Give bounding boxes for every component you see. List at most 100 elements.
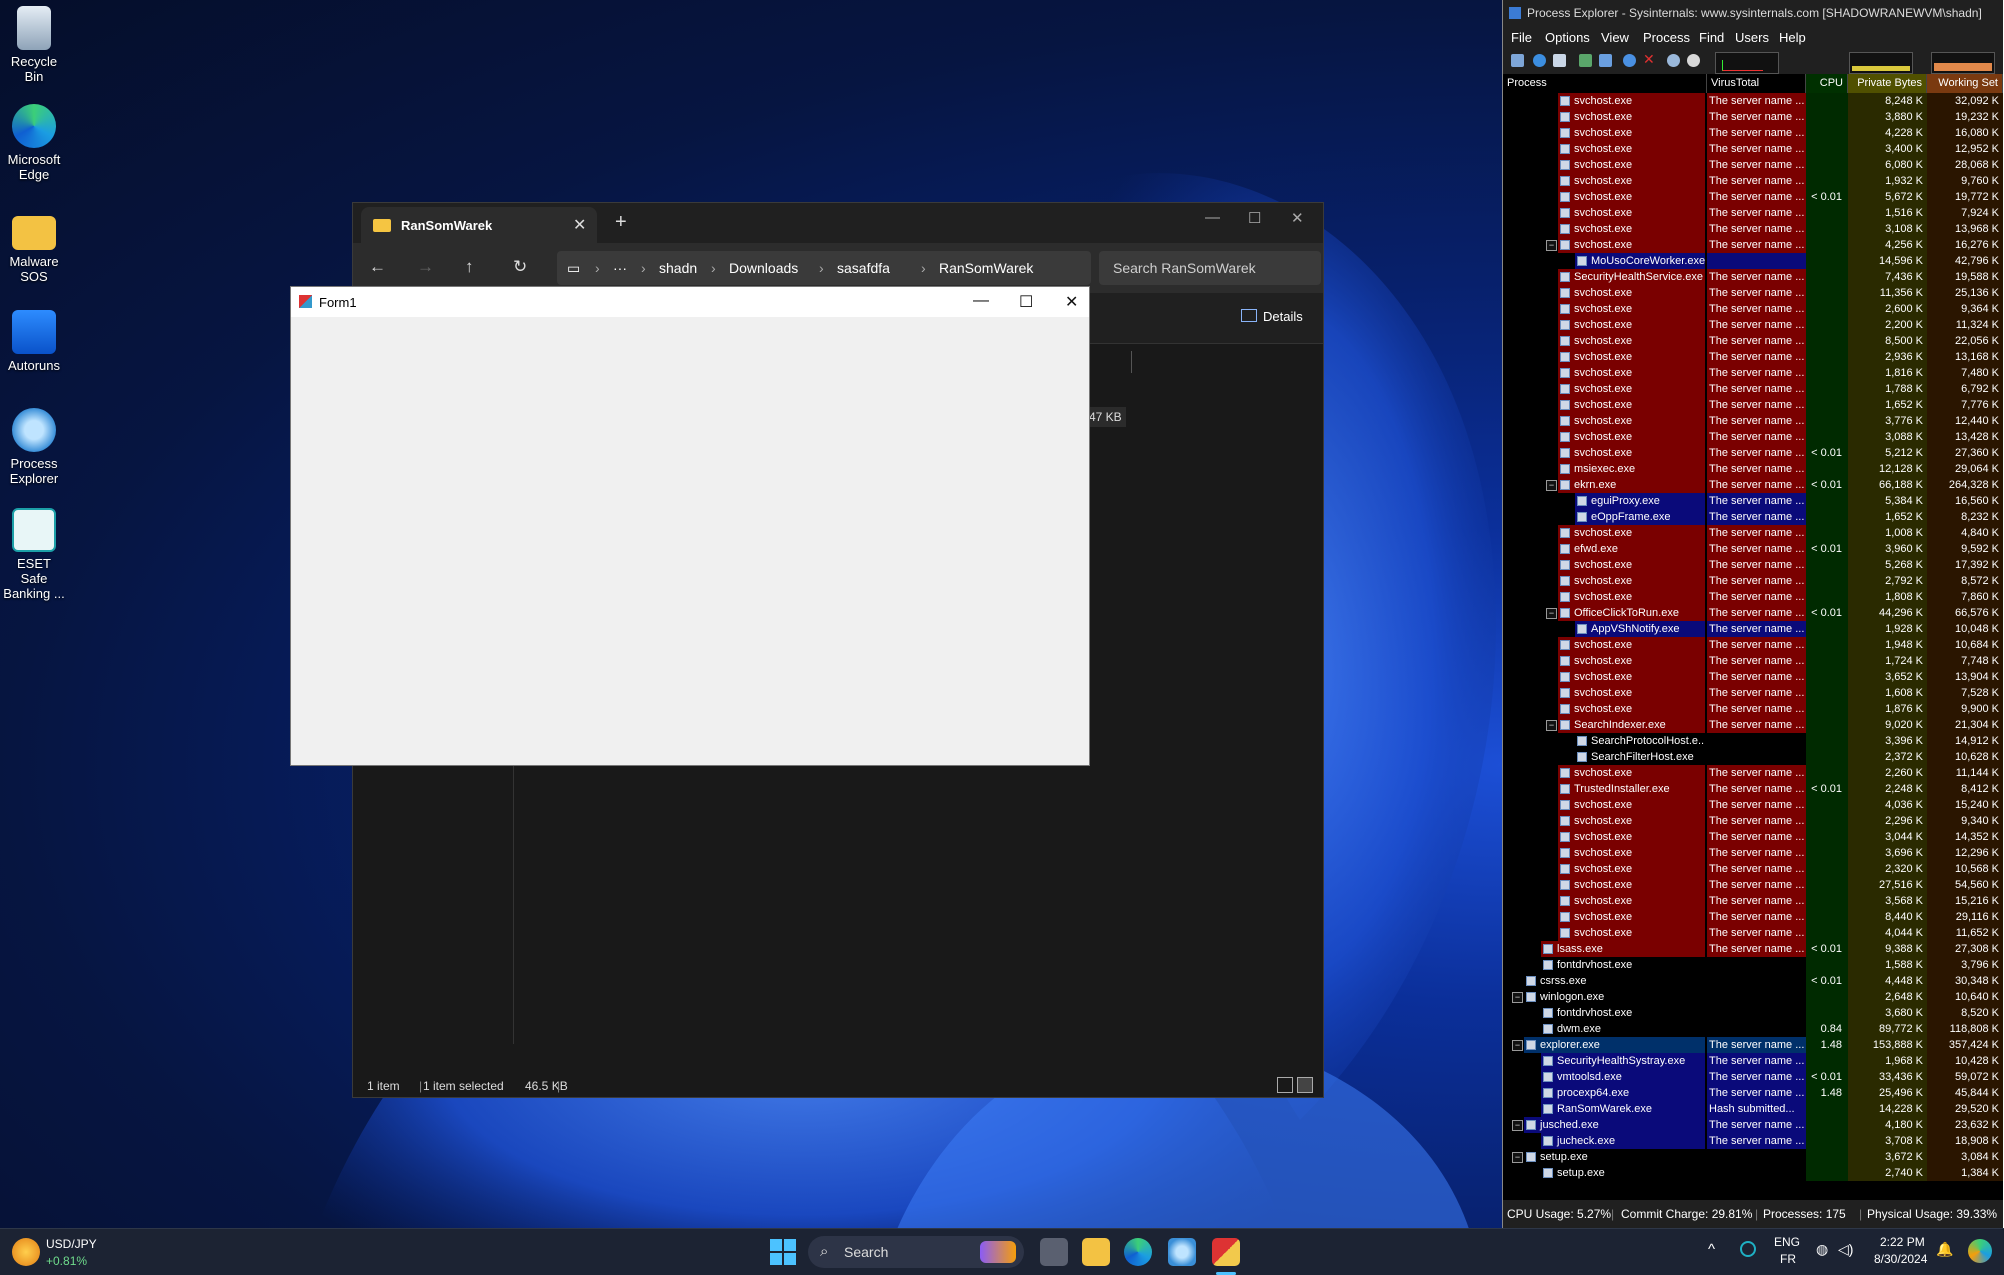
collapse-toggle-icon[interactable]: − [1512,992,1523,1003]
desktop-icon-eset-banking[interactable]: ESET Safe Banking ... [0,508,68,601]
process-row[interactable]: svchost.exe The server name ... 2,200 K 11,… [1503,317,2003,333]
address-bar[interactable]: ▭ › ··· › shadn › Downloads › sasafdfa ›… [557,251,1091,285]
process-row[interactable]: svchost.exe The server name ... 3,088 K 13,… [1503,429,2003,445]
virustotal-cell[interactable]: The server name ... [1707,781,1806,797]
maximize-icon[interactable]: ☐ [1019,292,1033,312]
process-row[interactable]: procexp64.exe The server name ... 1.48 25,4… [1503,1085,2003,1101]
desktop-icon-process-explorer[interactable]: Process Explorer [0,408,68,486]
virustotal-cell[interactable]: The server name ... [1707,845,1806,861]
tiles-view-icon[interactable] [1297,1077,1313,1093]
process-row[interactable]: svchost.exe The server name ... 2,792 K 8,5… [1503,573,2003,589]
process-row[interactable]: svchost.exe The server name ... 1,008 K 4,8… [1503,525,2003,541]
process-row[interactable]: svchost.exe The server name ... 4,044 K 11,… [1503,925,2003,941]
collapse-toggle-icon[interactable]: − [1546,240,1557,251]
desktop-icon-recycle-bin[interactable]: Recycle Bin [0,6,68,84]
virustotal-cell[interactable]: The server name ... [1707,125,1806,141]
virustotal-cell[interactable]: The server name ... [1707,685,1806,701]
process-row[interactable]: svchost.exe The server name ... 3,880 K 19,… [1503,109,2003,125]
up-icon[interactable]: ↑ [465,257,474,277]
process-row[interactable]: svchost.exe The server name ... 3,044 K 14,… [1503,829,2003,845]
virustotal-cell[interactable]: The server name ... [1707,653,1806,669]
virustotal-cell[interactable]: The server name ... [1707,189,1806,205]
breadcrumb-0[interactable]: shadn [659,260,697,276]
process-row[interactable]: − jusched.exe The server name ... 4,180 K 23… [1503,1117,2003,1133]
notification-bell-icon[interactable]: 🔔 [1936,1241,1953,1258]
new-tab-icon[interactable]: + [615,211,627,234]
virustotal-cell[interactable] [1707,1005,1806,1021]
process-row[interactable]: svchost.exe The server name ... 6,080 K 28,… [1503,157,2003,173]
virustotal-cell[interactable]: The server name ... [1707,317,1806,333]
details-button[interactable]: Details [1241,309,1303,324]
virustotal-cell[interactable]: The server name ... [1707,829,1806,845]
close-icon[interactable]: ✕ [1291,209,1304,227]
collapse-toggle-icon[interactable]: − [1512,1120,1523,1131]
virustotal-cell[interactable]: The server name ... [1707,877,1806,893]
virustotal-cell[interactable]: The server name ... [1707,1069,1806,1085]
virustotal-cell[interactable]: The server name ... [1707,525,1806,541]
process-row[interactable]: svchost.exe The server name ... 3,400 K 12,… [1503,141,2003,157]
virustotal-cell[interactable]: The server name ... [1707,461,1806,477]
virustotal-cell[interactable]: The server name ... [1707,269,1806,285]
virustotal-cell[interactable]: The server name ... [1707,173,1806,189]
process-row[interactable]: SecurityHealthSystray.exe The server name… [1503,1053,2003,1069]
minimize-icon[interactable]: — [1205,209,1220,226]
virustotal-cell[interactable]: The server name ... [1707,413,1806,429]
language-top[interactable]: ENG [1774,1235,1800,1249]
virustotal-cell[interactable]: The server name ... [1707,893,1806,909]
virustotal-cell[interactable]: The server name ... [1707,1117,1806,1133]
process-row[interactable]: svchost.exe The server name ... 1,876 K 9,9… [1503,701,2003,717]
virustotal-cell[interactable]: The server name ... [1707,637,1806,653]
network-icon[interactable]: ◍ [1816,1241,1828,1258]
process-row[interactable]: MoUsoCoreWorker.exe 14,596 K 42,796 K [1503,253,2003,269]
virustotal-cell[interactable]: The server name ... [1707,141,1806,157]
virustotal-cell[interactable]: The server name ... [1707,621,1806,637]
virustotal-cell[interactable]: The server name ... [1707,909,1806,925]
virustotal-cell[interactable]: The server name ... [1707,445,1806,461]
virustotal-cell[interactable]: The server name ... [1707,1085,1806,1101]
close-tab-icon[interactable]: ✕ [573,215,586,235]
col-working-set[interactable]: Working Set [1927,74,2003,93]
task-view-icon[interactable] [1040,1238,1068,1266]
virustotal-cell[interactable]: The server name ... [1707,381,1806,397]
virustotal-cell[interactable] [1707,733,1806,749]
eset-tray-icon[interactable] [1740,1241,1756,1257]
cpu-graph[interactable] [1715,52,1779,74]
process-row[interactable]: jucheck.exe The server name ... 3,708 K 18,… [1503,1133,2003,1149]
process-row[interactable]: fontdrvhost.exe 1,588 K 3,796 K [1503,957,2003,973]
virustotal-cell[interactable]: The server name ... [1707,925,1806,941]
virustotal-cell[interactable]: The server name ... [1707,765,1806,781]
virustotal-cell[interactable] [1707,957,1806,973]
virustotal-cell[interactable]: The server name ... [1707,205,1806,221]
process-row[interactable]: SearchFilterHost.exe 2,372 K 10,628 K [1503,749,2003,765]
process-row[interactable]: svchost.exe The server name ... 11,356 K 25… [1503,285,2003,301]
process-row[interactable]: − setup.exe 3,672 K 3,084 K [1503,1149,2003,1165]
col-cpu[interactable]: CPU [1806,74,1848,93]
dll-icon[interactable] [1687,54,1700,67]
process-row[interactable]: lsass.exe The server name ... < 0.01 9,388 … [1503,941,2003,957]
col-process[interactable]: Process [1503,74,1707,93]
process-row[interactable]: svchost.exe The server name ... 3,776 K 12,… [1503,413,2003,429]
process-row[interactable]: svchost.exe The server name ... 1,816 K 7,4… [1503,365,2003,381]
virustotal-cell[interactable]: The server name ... [1707,397,1806,413]
explorer-search-input[interactable]: Search RanSomWarek [1099,251,1321,285]
menu-view[interactable]: View [1601,30,1629,45]
col-private-bytes[interactable]: Private Bytes [1848,74,1927,93]
virustotal-cell[interactable] [1707,749,1806,765]
collapse-toggle-icon[interactable]: − [1512,1040,1523,1051]
virustotal-cell[interactable]: The server name ... [1707,557,1806,573]
virustotal-cell[interactable]: The server name ... [1707,477,1806,493]
breadcrumb-1[interactable]: Downloads [729,260,798,276]
more-icon[interactable]: ··· [613,260,627,276]
process-row[interactable]: dwm.exe 0.84 89,772 K 118,808 K [1503,1021,2003,1037]
refresh-icon[interactable]: ↻ [513,257,527,277]
process-row[interactable]: svchost.exe The server name ... 2,260 K 11,… [1503,765,2003,781]
menu-options[interactable]: Options [1545,30,1590,45]
kill-process-icon[interactable]: ✕ [1643,51,1656,67]
process-row[interactable]: svchost.exe The server name ... 4,228 K 16,… [1503,125,2003,141]
maximize-icon[interactable]: ☐ [1248,209,1261,227]
process-row[interactable]: fontdrvhost.exe 3,680 K 8,520 K [1503,1005,2003,1021]
virustotal-cell[interactable]: The server name ... [1707,573,1806,589]
virustotal-cell[interactable]: The server name ... [1707,333,1806,349]
virustotal-cell[interactable]: The server name ... [1707,541,1806,557]
virustotal-cell[interactable]: The server name ... [1707,797,1806,813]
